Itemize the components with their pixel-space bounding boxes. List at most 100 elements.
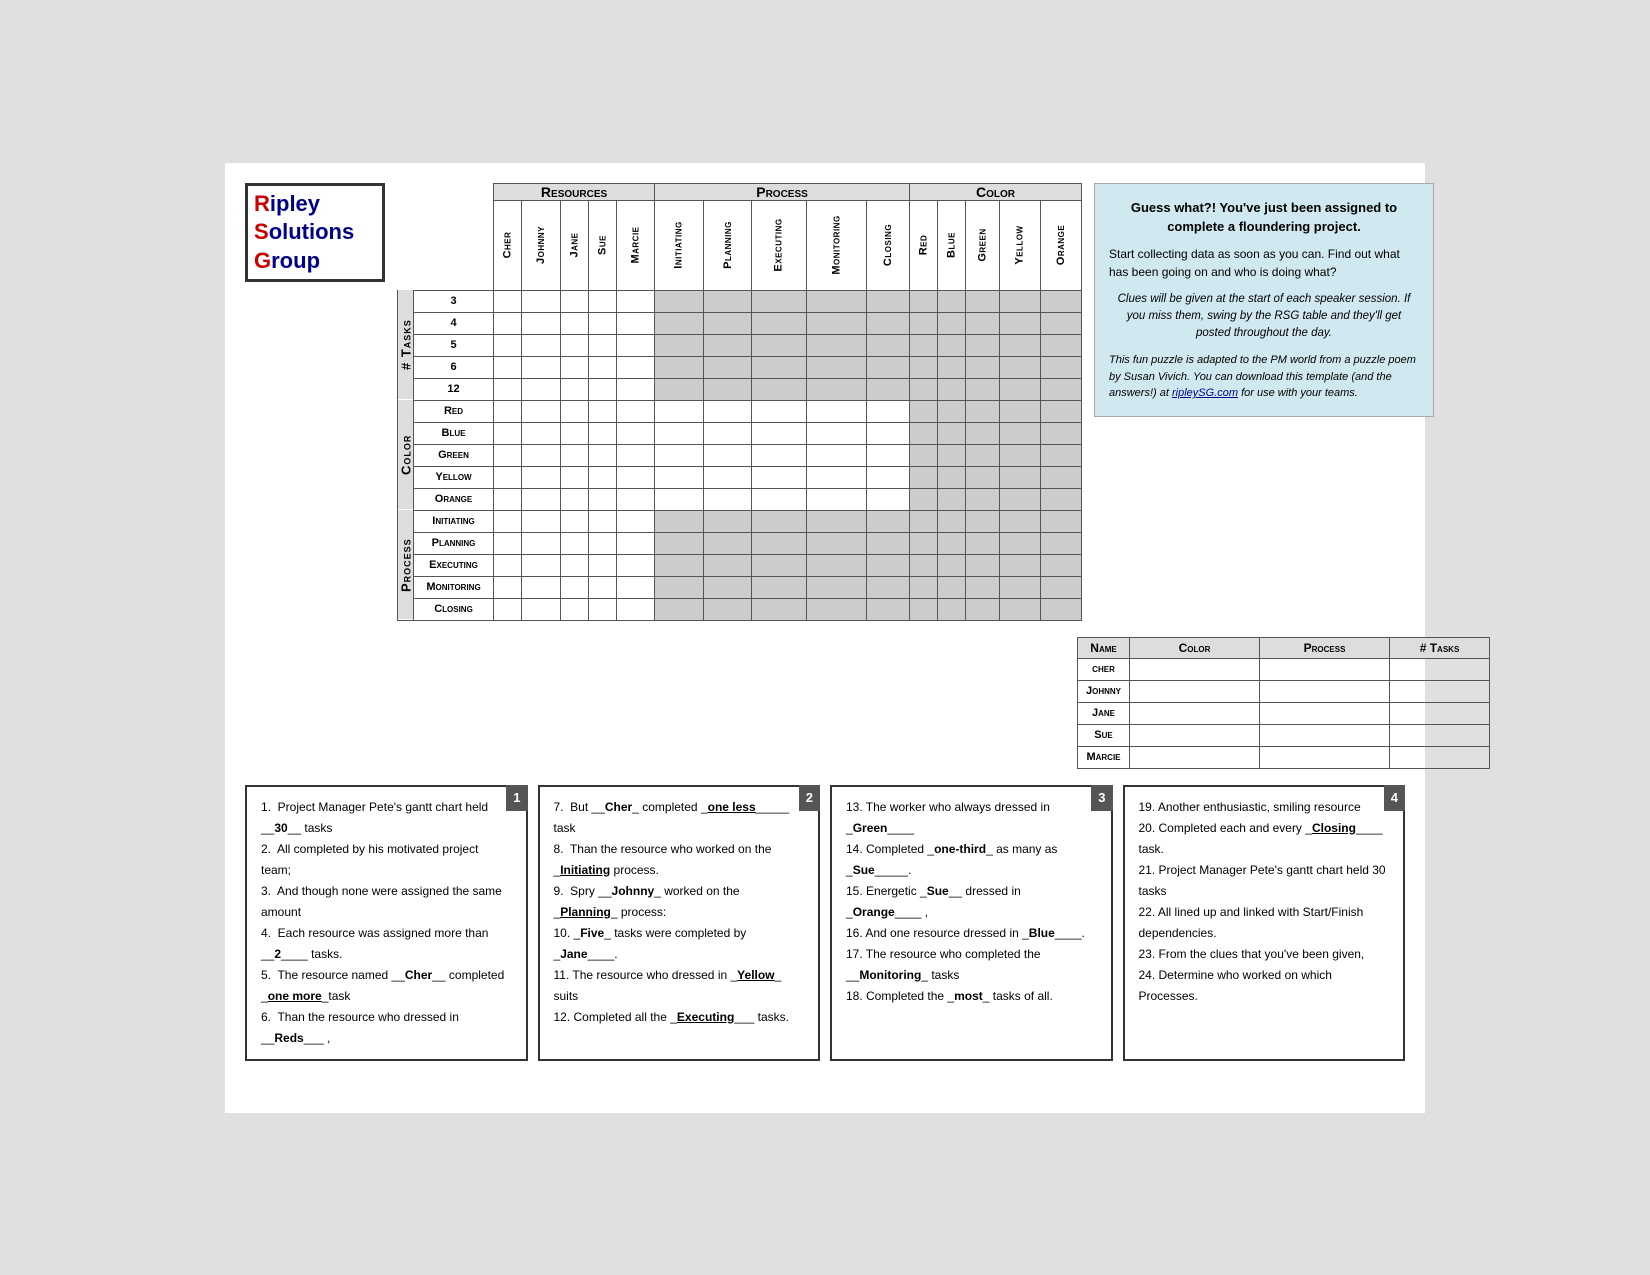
tasks-row-12: 12 xyxy=(398,378,1082,400)
col-yellow: Yellow xyxy=(1000,200,1040,290)
process-label-monitoring: Monitoring xyxy=(414,576,494,598)
clue-box-1: 1 1. Project Manager Pete's gantt chart … xyxy=(245,785,528,1061)
summary-process-cher xyxy=(1260,658,1390,680)
summary-color-sue xyxy=(1130,724,1260,746)
color-label-green: Green xyxy=(414,444,494,466)
logo-g: G xyxy=(254,248,271,273)
clue-box-4-number: 4 xyxy=(1384,785,1405,811)
col-red: Red xyxy=(910,200,938,290)
process-label-initiating: Initiating xyxy=(414,510,494,532)
cell-t3-jane xyxy=(561,290,589,312)
col-johnny: Johnny xyxy=(522,200,561,290)
puzzle-table: Resources Process Color Cher Johnny Jane… xyxy=(397,183,1082,621)
process-row-initiating: Process Initiating xyxy=(398,510,1082,532)
clue-box-4-text: 19. Another enthusiastic, smiling resour… xyxy=(1139,797,1390,1007)
summary-table-container: Name Color Process # Tasks cher Johnny xyxy=(1077,631,1490,769)
info-box-clues: Clues will be given at the start of each… xyxy=(1109,291,1419,343)
summary-tasks-sue xyxy=(1390,724,1490,746)
process-row-monitoring: Monitoring xyxy=(398,576,1082,598)
col-sue: Sue xyxy=(589,200,617,290)
col-initiating: Initiating xyxy=(655,200,703,290)
color-row-red: Color Red xyxy=(398,400,1082,422)
clue-box-3: 3 13. The worker who always dressed in _… xyxy=(830,785,1113,1061)
cell-t3-johnny xyxy=(522,290,561,312)
summary-process-sue xyxy=(1260,724,1390,746)
cell-t3-red xyxy=(910,290,938,312)
grid-container: Resources Process Color Cher Johnny Jane… xyxy=(397,183,1082,621)
ripleysg-link[interactable]: ripleySG.com xyxy=(1172,387,1238,399)
tasks-row-3: # Tasks 3 xyxy=(398,290,1082,312)
summary-process-johnny xyxy=(1260,680,1390,702)
process-row-executing: Executing xyxy=(398,554,1082,576)
summary-col-tasks: # Tasks xyxy=(1390,637,1490,658)
cell-t3-ini xyxy=(655,290,703,312)
clue-box-1-text: 1. Project Manager Pete's gantt chart he… xyxy=(261,797,512,1049)
col-blue: Blue xyxy=(938,200,966,290)
summary-tasks-cher xyxy=(1390,658,1490,680)
tasks-row-4: 4 xyxy=(398,312,1082,334)
summary-row-sue: Sue xyxy=(1078,724,1490,746)
summary-name-marcie: Marcie xyxy=(1078,746,1130,768)
summary-header-row: Name Color Process # Tasks xyxy=(1078,637,1490,658)
cell-t3-mon xyxy=(806,290,866,312)
color-label-red: Red xyxy=(414,400,494,422)
info-box-footer: This fun puzzle is adapted to the PM wor… xyxy=(1109,352,1419,402)
col-monitoring: Monitoring xyxy=(806,200,866,290)
process-row-planning: Planning xyxy=(398,532,1082,554)
color-row-orange: Orange xyxy=(398,488,1082,510)
cell-t3-plan xyxy=(703,290,752,312)
col-cher: Cher xyxy=(494,200,522,290)
process-section-label: Process xyxy=(398,510,414,620)
tasks-row-5: 5 xyxy=(398,334,1082,356)
clue-sections: 1 1. Project Manager Pete's gantt chart … xyxy=(245,785,1405,1061)
tasks-label-3: 3 xyxy=(414,290,494,312)
logo: Ripley Solutions Group xyxy=(245,183,385,283)
middle-row: Name Color Process # Tasks cher Johnny xyxy=(245,631,1405,769)
clue-box-4: 4 19. Another enthusiastic, smiling reso… xyxy=(1123,785,1406,1061)
col-planning: Planning xyxy=(703,200,752,290)
col-orange: Orange xyxy=(1040,200,1081,290)
cell-t3-marcie xyxy=(617,290,655,312)
summary-row-marcie: Marcie xyxy=(1078,746,1490,768)
color-label-yellow: Yellow xyxy=(414,466,494,488)
process-header: Process xyxy=(655,183,910,200)
cell-t3-exec xyxy=(752,290,806,312)
summary-row-jane: Jane xyxy=(1078,702,1490,724)
tasks-label-4: 4 xyxy=(414,312,494,334)
tasks-label-6: 6 xyxy=(414,356,494,378)
col-executing: Executing xyxy=(752,200,806,290)
cell-t3-sue xyxy=(589,290,617,312)
info-box-body: Start collecting data as soon as you can… xyxy=(1109,245,1419,281)
tasks-section-label: # Tasks xyxy=(398,290,414,400)
cell-t3-blue xyxy=(938,290,966,312)
summary-name-jane: Jane xyxy=(1078,702,1130,724)
cell-t3-green xyxy=(966,290,1000,312)
info-box-title: Guess what?! You've just been assigned t… xyxy=(1109,198,1419,237)
summary-col-process: Process xyxy=(1260,637,1390,658)
summary-table: Name Color Process # Tasks cher Johnny xyxy=(1077,637,1490,769)
tasks-label-5: 5 xyxy=(414,334,494,356)
summary-name-cher: cher xyxy=(1078,658,1130,680)
summary-col-name: Name xyxy=(1078,637,1130,658)
col-marcie: Marcie xyxy=(617,200,655,290)
summary-color-johnny xyxy=(1130,680,1260,702)
color-header: Color xyxy=(910,183,1082,200)
clue-box-1-number: 1 xyxy=(506,785,527,811)
col-jane: Jane xyxy=(561,200,589,290)
cell-t3-yellow xyxy=(1000,290,1040,312)
process-label-planning: Planning xyxy=(414,532,494,554)
summary-tasks-jane xyxy=(1390,702,1490,724)
column-headers-row: Cher Johnny Jane Sue Marcie Initiating P… xyxy=(398,200,1082,290)
tasks-row-6: 6 xyxy=(398,356,1082,378)
process-row-closing: Closing xyxy=(398,598,1082,620)
page: Ripley Solutions Group Resources Process… xyxy=(225,163,1425,1113)
color-section-label: Color xyxy=(398,400,414,510)
clue-box-3-number: 3 xyxy=(1091,785,1112,811)
summary-tasks-marcie xyxy=(1390,746,1490,768)
clue-box-3-text: 13. The worker who always dressed in _Gr… xyxy=(846,797,1097,1007)
summary-color-cher xyxy=(1130,658,1260,680)
col-green: Green xyxy=(966,200,1000,290)
info-box: Guess what?! You've just been assigned t… xyxy=(1094,183,1434,417)
clue-box-2-text: 7. But __Cher_ completed _one less_____ … xyxy=(554,797,805,1028)
summary-process-jane xyxy=(1260,702,1390,724)
